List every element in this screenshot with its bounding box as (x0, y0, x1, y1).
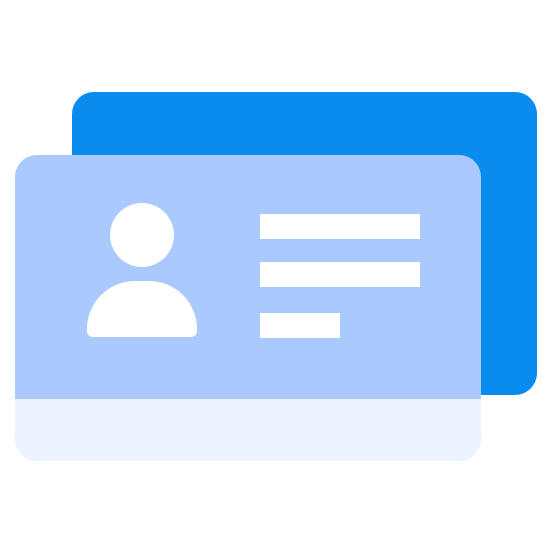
card-bottom-strip (15, 399, 481, 461)
avatar-head-icon (110, 203, 174, 267)
info-line-1 (260, 214, 420, 239)
avatar-body-icon (87, 281, 197, 337)
front-card (15, 155, 481, 461)
info-line-2 (260, 262, 420, 287)
info-line-3 (260, 313, 340, 338)
contact-card-icon (0, 0, 552, 552)
